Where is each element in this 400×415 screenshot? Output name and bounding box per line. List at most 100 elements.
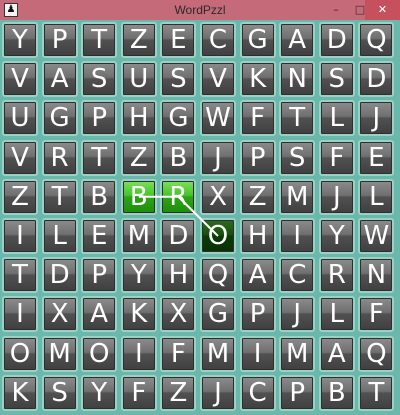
letter-tile[interactable]: S xyxy=(81,61,118,98)
letter-tile[interactable]: B xyxy=(120,178,157,215)
letter-tile[interactable]: F xyxy=(318,139,355,176)
letter-tile[interactable]: A xyxy=(41,61,78,98)
letter-tile[interactable]: K xyxy=(2,374,38,411)
letter-tile[interactable]: Y xyxy=(318,218,355,254)
letter-tile[interactable]: F xyxy=(160,335,197,372)
letter-tile[interactable]: Z xyxy=(120,139,157,176)
letter-tile[interactable]: L xyxy=(358,178,395,215)
letter-tile[interactable]: M xyxy=(41,335,78,372)
letter-tile[interactable]: P xyxy=(279,374,316,411)
letter-tile[interactable]: P xyxy=(81,100,118,137)
letter-tile[interactable]: A xyxy=(239,257,276,294)
letter-tile[interactable]: L xyxy=(318,100,355,137)
letter-tile[interactable]: B xyxy=(81,178,118,215)
letter-tile[interactable]: C xyxy=(279,257,316,294)
letter-tile[interactable]: R xyxy=(160,178,197,215)
letter-tile[interactable]: J xyxy=(358,100,395,137)
letter-tile[interactable]: A xyxy=(318,335,355,372)
letter-tile[interactable]: Q xyxy=(358,22,395,58)
letter-tile[interactable]: M xyxy=(200,335,236,372)
letter-tile[interactable]: Z xyxy=(2,178,38,215)
letter-tile[interactable]: V xyxy=(200,61,236,98)
letter-tile[interactable]: M xyxy=(279,178,316,215)
letter-tile[interactable]: E xyxy=(81,218,118,254)
letter-tile[interactable]: M xyxy=(120,218,157,254)
letter-tile[interactable]: I xyxy=(2,296,38,333)
letter-tile[interactable]: G xyxy=(200,296,236,333)
letter-tile[interactable]: W xyxy=(200,100,236,137)
letter-tile[interactable]: P xyxy=(239,296,276,333)
letter-tile[interactable]: H xyxy=(120,100,157,137)
letter-tile[interactable]: Z xyxy=(160,374,197,411)
letter-tile[interactable]: F xyxy=(239,100,276,137)
letter-tile[interactable]: K xyxy=(239,61,276,98)
letter-tile[interactable]: B xyxy=(160,139,197,176)
letter-tile[interactable]: Y xyxy=(120,257,157,294)
letter-tile[interactable]: T xyxy=(41,178,78,215)
letter-tile[interactable]: K xyxy=(120,296,157,333)
letter-tile[interactable]: D xyxy=(160,218,197,254)
letter-tile[interactable]: T xyxy=(358,374,395,411)
minimize-button[interactable]: – xyxy=(325,0,347,20)
letter-tile[interactable]: T xyxy=(81,139,118,176)
letter-tile[interactable]: V xyxy=(2,61,38,98)
letter-tile[interactable]: E xyxy=(160,22,197,58)
letter-tile[interactable]: T xyxy=(81,22,118,58)
letter-tile[interactable]: G xyxy=(239,22,276,58)
letter-tile[interactable]: F xyxy=(358,296,395,333)
letter-tile[interactable]: O xyxy=(81,335,118,372)
letter-tile[interactable]: A xyxy=(81,296,118,333)
letter-tile[interactable]: M xyxy=(279,335,316,372)
letter-tile[interactable]: L xyxy=(318,296,355,333)
letter-tile[interactable]: S xyxy=(160,61,197,98)
letter-tile[interactable]: R xyxy=(318,257,355,294)
letter-tile[interactable]: T xyxy=(279,100,316,137)
letter-tile[interactable]: F xyxy=(120,374,157,411)
letter-tile[interactable]: X xyxy=(41,296,78,333)
letter-tile[interactable]: U xyxy=(120,61,157,98)
letter-tile[interactable]: J xyxy=(200,139,236,176)
letter-tile[interactable]: Q xyxy=(358,335,395,372)
letter-tile[interactable]: P xyxy=(81,257,118,294)
letter-tile[interactable]: J xyxy=(279,296,316,333)
letter-tile[interactable]: E xyxy=(358,139,395,176)
letter-tile[interactable]: D xyxy=(318,22,355,58)
letter-tile[interactable]: S xyxy=(279,139,316,176)
letter-tile[interactable]: Q xyxy=(200,257,236,294)
letter-tile[interactable]: S xyxy=(318,61,355,98)
letter-tile[interactable]: C xyxy=(200,22,236,58)
letter-tile[interactable]: P xyxy=(239,139,276,176)
letter-tile[interactable]: Y xyxy=(2,22,38,58)
letter-tile[interactable]: B xyxy=(318,374,355,411)
letter-tile[interactable]: P xyxy=(41,22,78,58)
letter-tile[interactable]: R xyxy=(41,139,78,176)
close-button[interactable]: ✕ xyxy=(365,0,400,20)
letter-tile[interactable]: G xyxy=(41,100,78,137)
letter-tile[interactable]: Y xyxy=(81,374,118,411)
letter-tile[interactable]: H xyxy=(160,257,197,294)
letter-tile[interactable]: G xyxy=(160,100,197,137)
letter-tile[interactable]: J xyxy=(318,178,355,215)
letter-tile[interactable]: N xyxy=(279,61,316,98)
letter-tile[interactable]: X xyxy=(200,178,236,215)
letter-tile[interactable]: Z xyxy=(120,22,157,58)
letter-tile[interactable]: I xyxy=(2,218,38,254)
letter-tile[interactable]: N xyxy=(358,257,395,294)
letter-tile[interactable]: V xyxy=(2,139,38,176)
letter-tile[interactable]: I xyxy=(239,335,276,372)
letter-tile[interactable]: I xyxy=(279,218,316,254)
letter-tile[interactable]: S xyxy=(41,374,78,411)
letter-tile[interactable]: H xyxy=(239,218,276,254)
letter-tile[interactable]: D xyxy=(358,61,395,98)
letter-tile[interactable]: D xyxy=(41,257,78,294)
letter-tile[interactable]: O xyxy=(200,218,236,254)
letter-tile[interactable]: U xyxy=(2,100,38,137)
letter-tile[interactable]: A xyxy=(279,22,316,58)
letter-tile[interactable]: J xyxy=(200,374,236,411)
letter-tile[interactable]: Z xyxy=(239,178,276,215)
letter-tile[interactable]: L xyxy=(41,218,78,254)
letter-tile[interactable]: O xyxy=(2,335,38,372)
letter-tile[interactable]: T xyxy=(2,257,38,294)
letter-tile[interactable]: W xyxy=(358,218,395,254)
letter-tile[interactable]: C xyxy=(239,374,276,411)
